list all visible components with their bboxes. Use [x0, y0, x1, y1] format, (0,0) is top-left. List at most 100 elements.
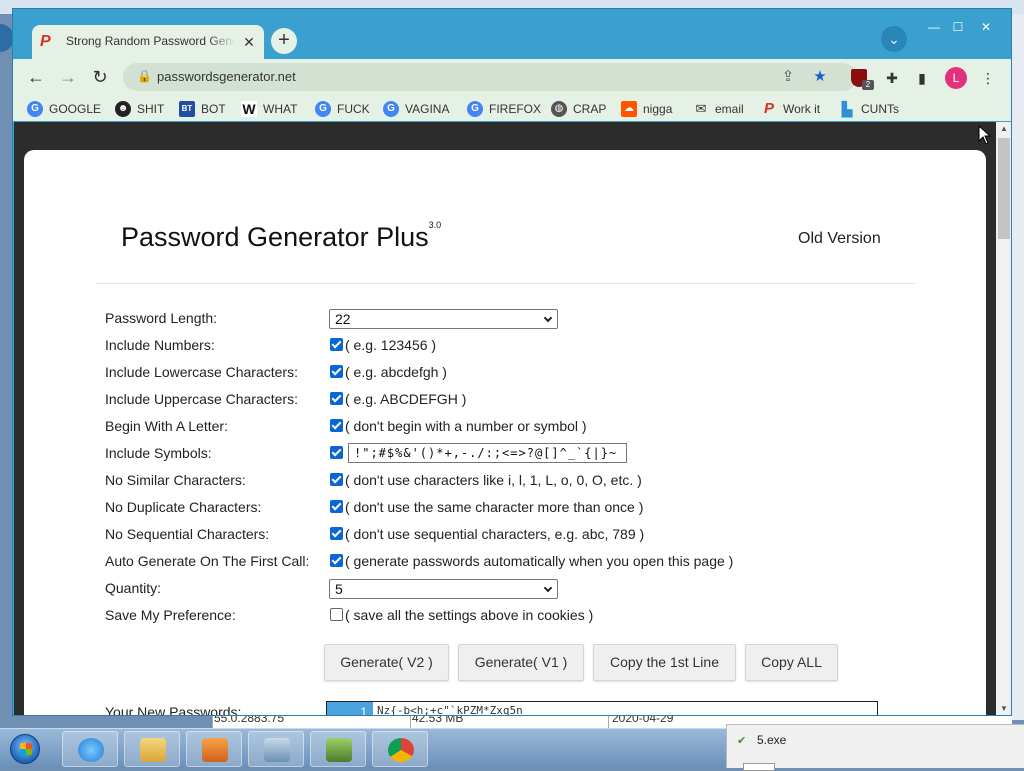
reload-icon[interactable]: ↻: [87, 64, 113, 90]
bookmark-label: FIREFOX: [489, 102, 542, 116]
bookmark-label: Work it: [783, 102, 821, 116]
globe-icon: ◍: [551, 101, 567, 117]
taskbar-chrome[interactable]: [372, 731, 428, 767]
bookmark-star-icon[interactable]: ★: [811, 68, 829, 86]
bookmark-label: nigga: [643, 102, 673, 116]
include-symbols-checkbox[interactable]: [330, 446, 343, 459]
password-length-select[interactable]: 22: [329, 309, 558, 329]
bt-icon: BT: [179, 101, 195, 117]
symbols-input[interactable]: !";#$%&'()*+,-./:;<=>?@[]^_`{|}~: [348, 443, 627, 463]
taskbar-explorer[interactable]: [124, 731, 180, 767]
desktop-right-strip: [1012, 14, 1024, 720]
include-lowercase-checkbox[interactable]: [330, 365, 343, 378]
copy-all-button[interactable]: Copy ALL: [745, 644, 838, 681]
option-label: Begin With A Letter:: [105, 418, 228, 434]
address-bar[interactable]: 🔒 passwordsgenerator.net ⇪ ★: [123, 63, 857, 91]
select-value: 5: [335, 581, 343, 597]
bookmark-label: CRAP: [573, 102, 607, 116]
password-line[interactable]: Nz{-b<h;+c"`kPZM*Zxq5n: [377, 704, 523, 715]
no-similar-checkbox[interactable]: [330, 473, 343, 486]
tab-search-button[interactable]: ⌄: [881, 26, 907, 52]
bookmark-label: GOOGLE: [49, 102, 102, 116]
tab-title-fade: [208, 25, 236, 59]
scroll-up-icon[interactable]: ▲: [996, 122, 1011, 136]
taskbar-ie[interactable]: [62, 731, 118, 767]
bookmark-item[interactable]: ☁ nigga: [621, 100, 672, 118]
page-scrollbar[interactable]: ▲ ▼: [996, 122, 1011, 715]
old-version-link[interactable]: Old Version: [798, 230, 881, 248]
bookmark-item[interactable]: G VAGINA: [383, 100, 449, 118]
mail-icon: ✉: [695, 101, 707, 116]
scroll-down-icon[interactable]: ▼: [996, 702, 1011, 715]
back-arrow-icon[interactable]: ←: [23, 64, 49, 90]
smiley-icon: ☻: [115, 101, 131, 117]
bookmark-item[interactable]: ☻ SHIT: [115, 100, 164, 118]
bookmark-label: WHAT: [263, 102, 298, 116]
date-cell: 2020-04-29: [612, 716, 674, 725]
line-number: 1: [327, 702, 373, 715]
bookmark-label: FUCK: [337, 102, 370, 116]
size-cell: 42.53 MB: [412, 716, 464, 725]
side-panel-icon[interactable]: ▮: [913, 69, 931, 87]
scroll-thumb[interactable]: [998, 138, 1010, 239]
option-label: Include Symbols:: [105, 445, 212, 461]
taskbar-media-player[interactable]: [186, 731, 242, 767]
lock-icon[interactable]: 🔒: [137, 69, 152, 85]
new-tab-button[interactable]: +: [271, 28, 297, 54]
bookmark-item[interactable]: BT BOT: [179, 100, 226, 118]
toolbar: ← → ↻ 🔒 passwordsgenerator.net ⇪ ★ 2 ✚ ▮…: [13, 59, 1011, 95]
maximize-button[interactable]: ☐: [947, 19, 969, 35]
auto-generate-checkbox[interactable]: [330, 554, 343, 567]
google-icon: G: [467, 101, 483, 117]
bookmark-item[interactable]: G FUCK: [315, 100, 370, 118]
option-label: Auto Generate On The First Call:: [105, 553, 310, 569]
active-tab[interactable]: P Strong Random Password Generator ✕: [32, 25, 264, 59]
windows-logo-icon: [20, 743, 32, 755]
share-icon[interactable]: ⇪: [779, 68, 797, 86]
no-duplicate-checkbox[interactable]: [330, 500, 343, 513]
bookmarks-bar: G GOOGLE ☻ SHIT BT BOT W WHAT G FUCK G VAGINA …: [13, 95, 1011, 121]
bookmark-item[interactable]: P Work it: [761, 100, 820, 118]
bookmark-item[interactable]: G GOOGLE: [27, 100, 101, 118]
no-sequential-checkbox[interactable]: [330, 527, 343, 540]
close-window-button[interactable]: ✕: [975, 19, 997, 35]
bookmark-item[interactable]: ▙ CUNTs: [839, 100, 899, 118]
menu-kebab-icon[interactable]: ⋮: [979, 69, 997, 87]
url-text[interactable]: passwordsgenerator.net: [157, 69, 296, 84]
extensions-puzzle-icon[interactable]: ✚: [883, 69, 901, 87]
option-hint: ( generate passwords automatically when …: [345, 553, 734, 569]
download-notification[interactable]: ✔ 5.exe: [726, 724, 1024, 771]
start-button[interactable]: [4, 730, 46, 768]
version-cell: 55.0.2883.75: [214, 716, 285, 725]
generate-v2-button[interactable]: Generate( V2 ): [324, 644, 449, 681]
forward-arrow-icon[interactable]: →: [55, 64, 81, 90]
taskbar-installer[interactable]: [310, 731, 366, 767]
profile-avatar[interactable]: L: [945, 67, 967, 89]
minimize-button[interactable]: —: [923, 19, 945, 35]
w-icon: W: [241, 101, 257, 117]
bookmark-item[interactable]: W WHAT: [241, 100, 297, 118]
bookmark-item[interactable]: G FIREFOX: [467, 100, 541, 118]
include-uppercase-checkbox[interactable]: [330, 392, 343, 405]
folder-icon: [140, 738, 166, 762]
begin-with-letter-checkbox[interactable]: [330, 419, 343, 432]
copy-first-line-button[interactable]: Copy the 1st Line: [593, 644, 736, 681]
bookmark-item[interactable]: ✉ email: [693, 100, 744, 118]
tab-close-icon[interactable]: ✕: [240, 33, 258, 51]
passwords-output[interactable]: 1 Nz{-b<h;+c"`kPZM*Zxq5n: [326, 701, 878, 715]
option-label: Password Length:: [105, 310, 218, 326]
bookmark-item[interactable]: ◍ CRAP: [551, 100, 606, 118]
save-preference-checkbox[interactable]: [330, 608, 343, 621]
installer-icon: [326, 738, 352, 762]
taskbar-app[interactable]: [248, 731, 304, 767]
option-label: Include Uppercase Characters:: [105, 391, 298, 407]
include-numbers-checkbox[interactable]: [330, 338, 343, 351]
google-icon: G: [315, 101, 331, 117]
option-label: No Duplicate Characters:: [105, 499, 262, 515]
quantity-select[interactable]: 5: [329, 579, 558, 599]
option-hint: ( e.g. abcdefgh ): [345, 364, 447, 380]
page-title-text: Password Generator Plus: [121, 222, 429, 252]
p-icon: P: [763, 100, 774, 117]
windows-orb-icon: [10, 734, 40, 764]
generate-v1-button[interactable]: Generate( V1 ): [458, 644, 584, 681]
